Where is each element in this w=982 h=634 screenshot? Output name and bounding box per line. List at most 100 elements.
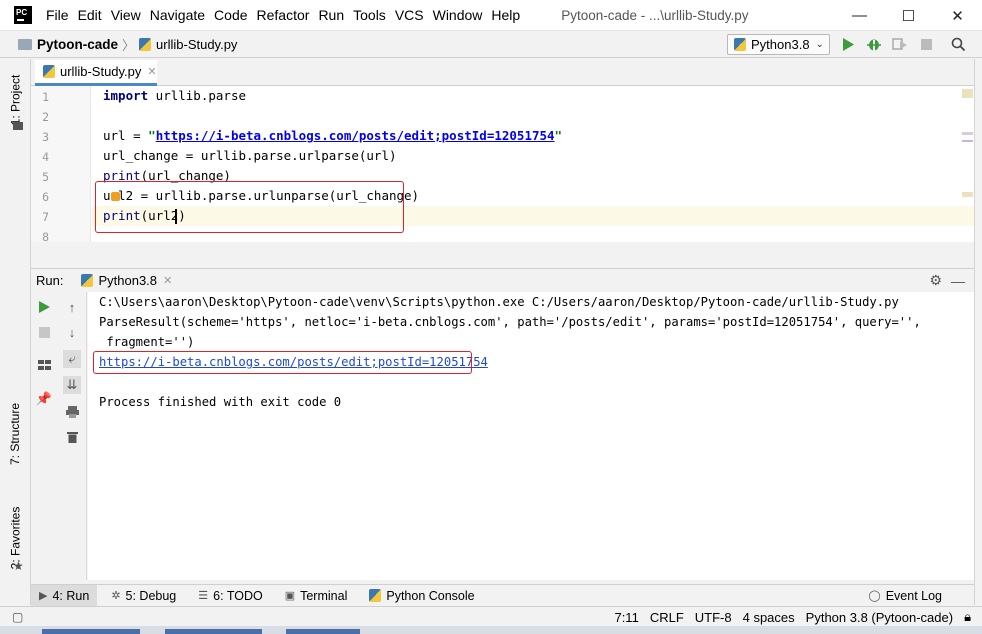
title-bar: PC File Edit View Navigate Code Refactor… bbox=[0, 0, 982, 31]
soft-wrap-button[interactable]: ⤶ bbox=[63, 350, 81, 368]
python-icon bbox=[81, 274, 94, 287]
line-separator[interactable]: CRLF bbox=[650, 610, 684, 625]
run-tab-python38[interactable]: Python3.8 ✕ bbox=[81, 273, 172, 288]
run-configuration-select[interactable]: Python3.8 ⌄ bbox=[727, 34, 830, 55]
settings-icon[interactable]: ⚙ bbox=[929, 272, 942, 289]
run-toolbar-primary: 📌 bbox=[31, 292, 57, 580]
arrow-down-icon: ↓ bbox=[68, 324, 76, 340]
code-line: url_change = urllib.parse.urlparse(url) bbox=[103, 148, 397, 163]
breadcrumb-separator-icon: 〉 bbox=[122, 37, 136, 53]
menu-navigate[interactable]: Navigate bbox=[150, 7, 205, 23]
taskbar-item[interactable] bbox=[165, 629, 262, 634]
stop-icon bbox=[38, 326, 50, 338]
taskbar-item[interactable] bbox=[286, 629, 360, 634]
pin-tab-button[interactable]: 📌 bbox=[35, 390, 53, 408]
minimize-icon[interactable]: — bbox=[951, 273, 965, 289]
run-panel-header: Run: Python3.8 ✕ ⚙ — bbox=[31, 268, 974, 292]
scroll-marker bbox=[962, 192, 973, 197]
search-icon bbox=[951, 37, 965, 51]
layout-button[interactable] bbox=[35, 356, 53, 374]
url-string-link[interactable]: https://i-beta.cnblogs.com/posts/edit;po… bbox=[156, 128, 555, 143]
python-icon bbox=[369, 589, 382, 602]
print-button[interactable] bbox=[63, 403, 81, 421]
python-file-icon bbox=[43, 65, 55, 78]
line-number: 1 bbox=[42, 90, 49, 104]
rerun-button[interactable] bbox=[35, 298, 53, 316]
taskbar-strip bbox=[0, 626, 982, 634]
status-bar: ▢ 7:11 CRLF UTF-8 4 spaces Python 3.8 (P… bbox=[0, 606, 982, 626]
run-tab-label: Python3.8 bbox=[98, 273, 158, 288]
taskbar-item[interactable] bbox=[42, 629, 140, 634]
breadcrumb-file[interactable]: urllib-Study.py bbox=[156, 37, 237, 52]
event-log-tool-button[interactable]: ◯ Event Log bbox=[868, 589, 942, 603]
run-button[interactable] bbox=[839, 35, 857, 53]
interpreter-status[interactable]: Python 3.8 (Pytoon-cade) bbox=[806, 610, 953, 625]
stop-run-button[interactable] bbox=[35, 323, 53, 341]
stop-button[interactable] bbox=[917, 35, 935, 53]
pycharm-logo-icon: PC bbox=[14, 6, 32, 24]
print-icon bbox=[65, 406, 79, 418]
search-everywhere-button[interactable] bbox=[949, 35, 967, 53]
output-highlight-box bbox=[93, 351, 472, 374]
close-icon[interactable]: ✕ bbox=[163, 274, 172, 287]
terminal-tool-label: Terminal bbox=[300, 588, 348, 603]
scroll-marker bbox=[962, 132, 973, 135]
scroll-to-end-icon: ⇊ bbox=[66, 377, 78, 392]
console-output-line: fragment='') bbox=[99, 335, 195, 349]
structure-tool-tab[interactable]: 7: Structure bbox=[0, 389, 31, 479]
editor-tab-urllib-study[interactable]: urllib-Study.py ✕ bbox=[35, 60, 157, 86]
debug-icon bbox=[867, 39, 881, 51]
maximize-window-button[interactable]: ☐ bbox=[884, 0, 933, 31]
breadcrumb-project[interactable]: Pytoon-cade bbox=[37, 37, 118, 52]
left-tool-strip: 1: Project 7: Structure 2: Favorites ★ bbox=[0, 59, 31, 605]
stop-icon bbox=[920, 38, 932, 50]
menu-view[interactable]: View bbox=[111, 7, 141, 23]
python-console-tool-label: Python Console bbox=[386, 588, 475, 603]
close-icon[interactable]: ✕ bbox=[147, 65, 156, 78]
close-window-button[interactable]: ✕ bbox=[933, 0, 982, 31]
scroll-to-end-button[interactable]: ⇊ bbox=[63, 376, 81, 394]
todo-tool-label: 6: TODO bbox=[213, 588, 263, 603]
caret-position[interactable]: 7:11 bbox=[614, 610, 638, 625]
tool-windows-toggle-icon[interactable]: ▢ bbox=[12, 610, 23, 624]
soft-wrap-icon: ⤶ bbox=[68, 351, 76, 366]
tool-window-bar: ▶ 4: Run ✲ 5: Debug ☰ 6: TODO ▣ Terminal… bbox=[31, 584, 974, 606]
terminal-tool-button[interactable]: ▣ Terminal bbox=[285, 589, 348, 603]
menu-refactor[interactable]: Refactor bbox=[257, 7, 310, 23]
window-controls: — ☐ ✕ bbox=[835, 0, 982, 31]
clear-all-button[interactable] bbox=[63, 428, 81, 446]
run-console[interactable]: C:\Users\aaron\Desktop\Pytoon-cade\venv\… bbox=[88, 292, 974, 580]
console-output-line: ParseResult(scheme='https', netloc='i-be… bbox=[99, 315, 921, 329]
code-editor[interactable]: 1 2 3 4 5 6 7 8 import urllib.parse url … bbox=[31, 86, 974, 242]
coverage-button[interactable] bbox=[890, 35, 908, 53]
menu-run[interactable]: Run bbox=[318, 7, 344, 23]
menu-code[interactable]: Code bbox=[214, 7, 247, 23]
lock-icon[interactable]: 🔒︎ bbox=[964, 609, 971, 625]
coverage-icon bbox=[891, 38, 907, 50]
menu-edit[interactable]: Edit bbox=[78, 7, 102, 23]
run-tool-button[interactable]: ▶ 4: Run bbox=[31, 585, 98, 606]
rerun-icon bbox=[38, 301, 50, 313]
project-tool-label: 1: Project bbox=[8, 74, 23, 126]
minimize-window-button[interactable]: — bbox=[835, 0, 884, 31]
line-number: 3 bbox=[42, 130, 49, 144]
menu-tools[interactable]: Tools bbox=[353, 7, 386, 23]
debug-button[interactable] bbox=[865, 35, 883, 53]
folder-icon bbox=[18, 38, 32, 50]
menu-file[interactable]: File bbox=[46, 7, 69, 23]
todo-tool-button[interactable]: ☰ 6: TODO bbox=[198, 589, 262, 603]
scroll-up-button[interactable]: ↑ bbox=[63, 298, 81, 316]
run-tool-label: 4: Run bbox=[52, 588, 90, 603]
pin-icon: 📌 bbox=[35, 391, 53, 406]
debug-tool-button[interactable]: ✲ 5: Debug bbox=[111, 589, 176, 603]
trash-icon bbox=[66, 432, 78, 443]
python-file-icon bbox=[139, 37, 152, 51]
scroll-down-button[interactable]: ↓ bbox=[63, 323, 81, 341]
python-console-tool-button[interactable]: Python Console bbox=[369, 588, 475, 603]
menu-help[interactable]: Help bbox=[491, 7, 520, 23]
menu-vcs[interactable]: VCS bbox=[395, 7, 424, 23]
indent-setting[interactable]: 4 spaces bbox=[743, 610, 795, 625]
menu-window[interactable]: Window bbox=[433, 7, 483, 23]
line-number: 6 bbox=[42, 190, 49, 204]
file-encoding[interactable]: UTF-8 bbox=[695, 610, 732, 625]
